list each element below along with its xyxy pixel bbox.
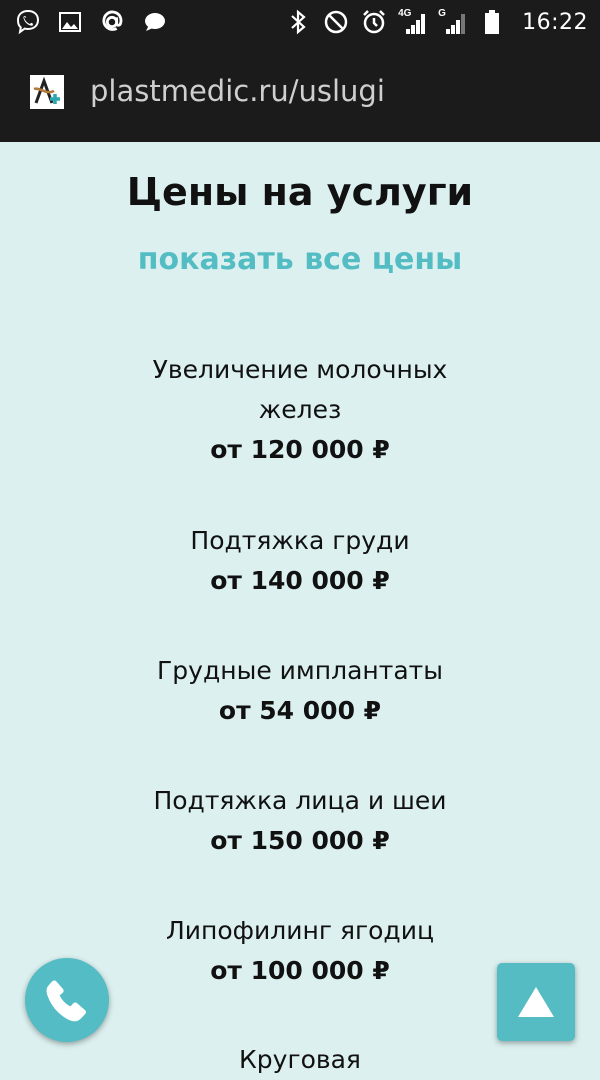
battery-icon [478,8,506,36]
clock: 16:22 [522,9,588,35]
url-text[interactable]: plastmedic.ru/uslugi [90,74,385,108]
service-item[interactable]: Грудные имплантаты от 54 000 ₽ [0,651,600,731]
page-content: Цены на услуги показать все цены Увеличе… [0,142,600,1074]
service-name: Подтяжка лица и шеи [153,786,447,815]
alarm-icon [360,8,388,36]
image-icon [56,8,84,36]
service-price: от 140 000 ₽ [210,566,390,595]
service-name: Круговая [239,1045,361,1074]
chat-icon [140,8,168,36]
service-item[interactable]: Круговая [0,1040,600,1080]
service-name: Увеличение молочных желез [152,355,448,424]
network-4g-label: 4G [398,8,412,19]
show-all-prices-link[interactable]: показать все цены [0,242,600,277]
scroll-to-top-button[interactable] [497,963,575,1041]
do-not-disturb-icon [322,8,350,36]
system-icons: 4G G 16:22 [284,6,588,38]
service-price: от 150 000 ₽ [210,826,390,855]
service-item[interactable]: Подтяжка груди от 140 000 ₽ [0,521,600,601]
service-name: Липофилинг ягодиц [166,916,434,945]
service-price: от 54 000 ₽ [218,696,382,725]
bluetooth-icon [284,8,312,36]
network-g-label: G [438,8,446,19]
service-price: от 120 000 ₽ [210,435,390,464]
notification-icons [14,6,168,38]
service-item[interactable]: Подтяжка лица и шеи от 150 000 ₽ [0,781,600,861]
signal-4g-icon: 4G [398,8,428,36]
browser-url-bar[interactable]: plastmedic.ru/uslugi [0,44,600,142]
service-item[interactable]: Увеличение молочных желез от 120 000 ₽ [0,350,600,470]
viber-icon [14,8,42,36]
service-name: Подтяжка груди [190,526,410,555]
phone-icon [46,980,86,1022]
page-title: Цены на услуги [126,170,474,214]
site-favicon-icon [30,75,64,109]
call-button[interactable] [25,958,109,1042]
status-bar: 4G G 16:22 [0,0,600,44]
at-icon [98,8,126,36]
signal-g-icon: G [438,8,468,36]
service-name: Грудные имплантаты [157,656,443,685]
arrow-up-icon [518,987,554,1017]
